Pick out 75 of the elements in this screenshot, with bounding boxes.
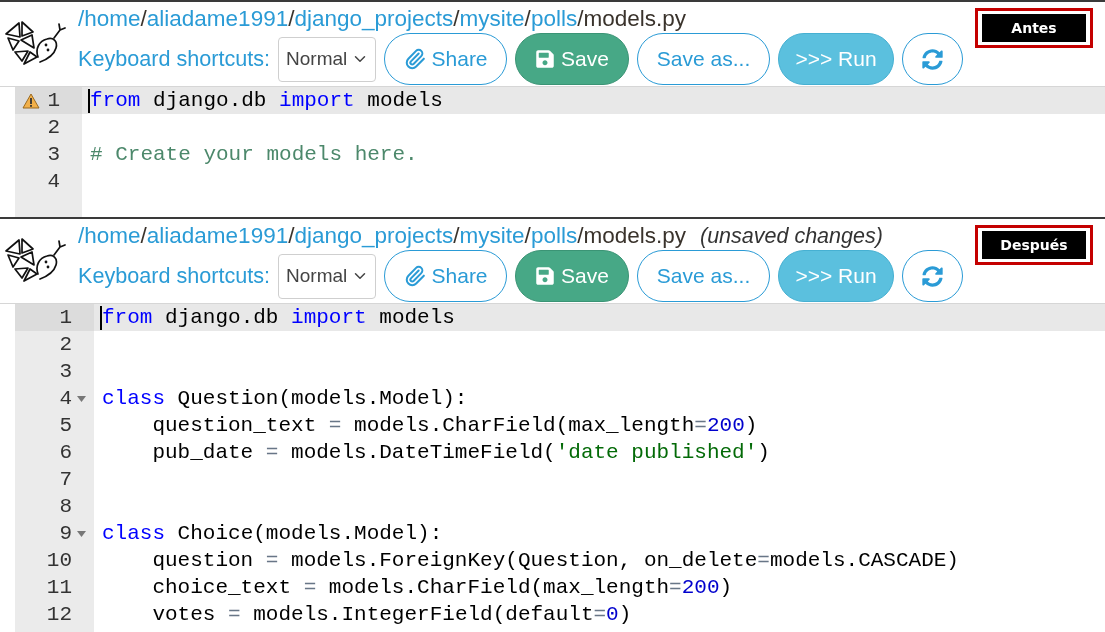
shortcuts-label: Keyboard shortcuts: [78,46,271,72]
save-as-button[interactable]: Save as... [637,250,771,302]
fold-caret-icon[interactable] [77,395,86,402]
line-number: 9 [59,521,72,547]
run-button[interactable]: >>> Run [778,250,895,302]
path-separator: / [453,6,460,32]
line-number: 3 [59,359,72,385]
run-button[interactable]: >>> Run [778,33,895,85]
code-line: choice_text = models.CharField(max_length=200) [151,575,733,601]
line-number: 8 [59,494,72,520]
line-number: 4 [47,169,60,195]
shortcuts-select[interactable]: Normal [278,253,377,299]
line-number: 7 [59,467,72,493]
line-number: 1 [47,88,60,114]
path-separator: / [288,223,295,249]
line-number: 6 [59,440,72,466]
path-link[interactable]: django_projects [294,223,454,249]
line-number: 1 [59,305,72,331]
code-line: class Question(models.Model): [102,386,468,412]
unsaved-status: (unsaved changes) [699,223,883,249]
line-number: 3 [47,142,60,168]
circular-arrows-icon [922,48,944,70]
line-number: 11 [46,575,72,601]
share-button[interactable]: Share [384,33,508,85]
path-separator: / [453,223,460,249]
reload-button[interactable] [902,250,964,302]
shortcuts-select[interactable]: Normal [278,36,377,82]
line-number: 10 [46,548,72,574]
share-button[interactable]: Share [384,250,508,302]
code-line: # Create your models here. [90,142,418,168]
caption-label: Antes [982,14,1086,42]
code-line: votes = models.IntegerField(default=0) [151,602,632,628]
file-name: models.py [583,223,686,249]
path-link[interactable]: django_projects [294,6,454,32]
path-separator: / [288,6,295,32]
line-number: 2 [47,115,60,141]
logo-icon [5,238,67,283]
paperclip-icon [403,48,426,70]
path-separator: / [577,6,584,32]
save-button[interactable]: Save [515,250,630,302]
save-as-button[interactable]: Save as... [637,33,771,85]
shortcuts-label: Keyboard shortcuts: [78,263,271,289]
path-link[interactable]: mysite [459,6,525,32]
path-link[interactable]: /home [78,223,141,249]
path-separator: / [140,223,147,249]
code-line: question = models.ForeignKey(Question, on_delete=models.CASCADE) [151,548,959,574]
circular-arrows-icon [922,265,944,287]
line-number: 4 [59,386,72,412]
line-number: 5 [59,413,72,439]
line-number: 12 [46,602,72,628]
save-button[interactable]: Save [515,33,630,85]
text-cursor [88,88,90,113]
path-link[interactable]: polls [530,223,578,249]
code-line: class Choice(models.Model): [102,521,443,547]
reload-button[interactable] [902,33,964,85]
code-line: from django.db import models [102,305,455,331]
line-number: 2 [59,332,72,358]
code-line: from django.db import models [90,88,443,114]
logo-icon [5,21,67,66]
path-separator: / [140,6,147,32]
path-link[interactable]: mysite [459,223,525,249]
caption-label: Después [982,231,1086,259]
path-link[interactable]: aliadame1991 [146,223,289,249]
paperclip-icon [403,265,426,287]
path-separator: / [577,223,584,249]
code-line: question_text = models.CharField(max_length=200) [151,413,758,439]
path-separator: / [524,223,531,249]
path-separator: / [524,6,531,32]
path-link[interactable]: /home [78,6,141,32]
file-name: models.py [583,6,686,32]
code-line: pub_date = models.DateTimeField('date published') [151,440,770,466]
path-link[interactable]: aliadame1991 [146,6,289,32]
text-cursor [100,305,102,330]
fold-caret-icon[interactable] [77,530,86,537]
path-link[interactable]: polls [530,6,578,32]
